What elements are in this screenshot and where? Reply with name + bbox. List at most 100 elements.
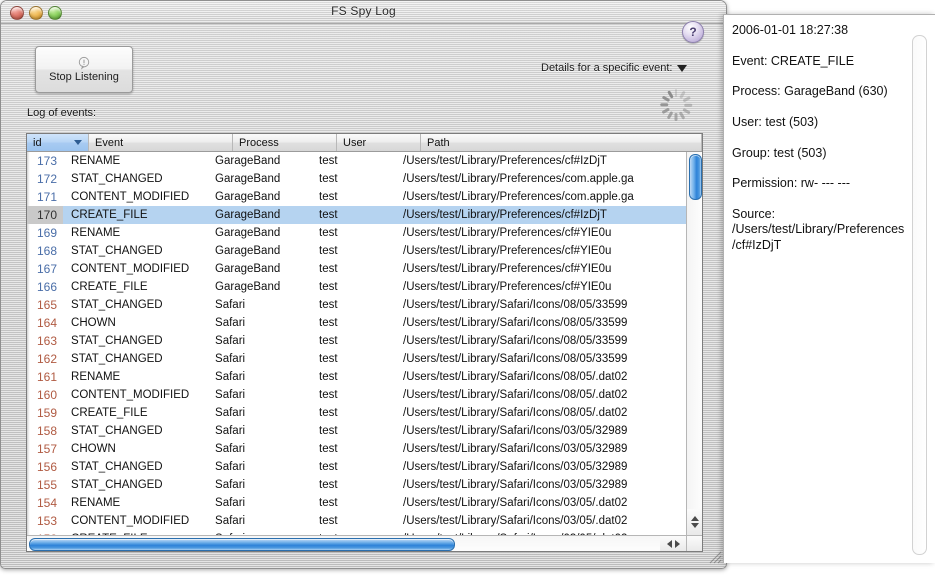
cell-us-text: test: [319, 497, 338, 509]
column-header-process[interactable]: Process: [233, 134, 337, 151]
table-vertical-scroll-thumb[interactable]: [689, 154, 702, 200]
cell-us: test: [311, 494, 395, 512]
cell-pr: Safari: [207, 494, 311, 512]
cell-pr-text: Safari: [215, 299, 246, 311]
table-body: 173 RENAME GarageBand test/Users/test/Libra…: [27, 152, 702, 551]
cell-id-text: 173: [37, 154, 58, 168]
table-horizontal-scroll-thumb[interactable]: [29, 538, 455, 551]
table-row[interactable]: 167 CONTENT_MODIFIED GarageBand test/Users/…: [27, 260, 702, 278]
cell-pa-text: /Users/test/Library/Safari/Icons/03/05/3…: [403, 443, 628, 455]
stop-listening-button[interactable]: Stop Listening: [35, 46, 133, 93]
cell-pa-text: /Users/test/Library/Preferences/cf#IzDjT: [403, 155, 607, 167]
cell-pa-text: /Users/test/Library/Safari/Icons/03/05/.…: [403, 497, 628, 509]
table-row[interactable]: 166 CREATE_FILE GarageBand test/Users/test/…: [27, 278, 702, 296]
table-vertical-scrollbar[interactable]: [686, 152, 702, 535]
cell-ev: RENAME: [63, 152, 207, 170]
cell-ev: CHOWN: [63, 440, 207, 458]
column-header-event[interactable]: Event: [89, 134, 233, 151]
cell-us: test: [311, 512, 395, 530]
resize-grip-icon[interactable]: [708, 550, 722, 564]
spinner-blade: [682, 107, 691, 115]
column-header-path[interactable]: Path: [421, 134, 702, 151]
cell-pa: /Users/test/Library/Safari/Icons/08/05/3…: [395, 314, 702, 332]
table-row[interactable]: 168 STAT_CHANGED GarageBand test/Users/test…: [27, 242, 702, 260]
scroll-right-icon[interactable]: [674, 539, 680, 548]
table-row[interactable]: 164 CHOWN Safari test/Users/test/Library/Sa…: [27, 314, 702, 332]
table-horizontal-scrollbar[interactable]: [27, 535, 702, 551]
cell-pa: /Users/test/Library/Safari/Icons/03/05/3…: [395, 422, 702, 440]
cell-pa: /Users/test/Library/Preferences/cf#IzDjT: [395, 206, 702, 224]
scroll-down-icon[interactable]: [690, 523, 699, 528]
cell-pa-text: /Users/test/Library/Safari/Icons/03/05/3…: [403, 461, 628, 473]
cell-us-text: test: [319, 371, 338, 383]
cell-us: test: [311, 350, 395, 368]
cell-ev: RENAME: [63, 494, 207, 512]
cell-us: test: [311, 404, 395, 422]
cell-pr: GarageBand: [207, 170, 311, 188]
table-row[interactable]: 162 STAT_CHANGED Safari test/Users/test/Lib…: [27, 350, 702, 368]
cell-pa-text: /Users/test/Library/Safari/Icons/03/05/.…: [403, 515, 628, 527]
detail-panel-scrollbar[interactable]: [912, 35, 927, 555]
table-row[interactable]: 163 STAT_CHANGED Safari test/Users/test/Lib…: [27, 332, 702, 350]
cell-pa-text: /Users/test/Library/Safari/Icons/03/05/3…: [403, 425, 628, 437]
cell-pr-text: GarageBand: [215, 173, 281, 185]
cell-ev-text: STAT_CHANGED: [71, 353, 163, 365]
details-popup-button[interactable]: Details for a specific event:: [541, 62, 688, 74]
window-titlebar[interactable]: FS Spy Log: [1, 1, 726, 24]
cell-us: test: [311, 278, 395, 296]
log-section-label: Log of events:: [27, 107, 97, 119]
cell-us: test: [311, 188, 395, 206]
table-header-row: id Event Process User Path: [27, 134, 702, 152]
table-row[interactable]: 155 STAT_CHANGED Safari test/Users/test/Lib…: [27, 476, 702, 494]
help-label: ?: [689, 25, 697, 39]
detail-timestamp: 2006-01-01 18:27:38: [732, 23, 849, 37]
cell-id: 166: [27, 278, 63, 296]
cell-pa-text: /Users/test/Library/Preferences/cf#YIE0u: [403, 281, 612, 293]
table-row[interactable]: 165 STAT_CHANGED Safari test/Users/test/Lib…: [27, 296, 702, 314]
window-title: FS Spy Log: [331, 4, 396, 18]
cell-pr-text: Safari: [215, 443, 246, 455]
cell-us-text: test: [319, 425, 338, 437]
cell-id: 158: [27, 422, 63, 440]
cell-pa: /Users/test/Library/Safari/Icons/03/05/3…: [395, 458, 702, 476]
table-row[interactable]: 159 CREATE_FILE Safari test/Users/test/Libr…: [27, 404, 702, 422]
table-row[interactable]: 170 CREATE_FILE GarageBand test/Users/test/…: [27, 206, 702, 224]
event-detail-content: 2006-01-01 18:27:38 Event: CREATE_FILE P…: [732, 23, 907, 555]
table-horizontal-scroll-buttons[interactable]: [660, 535, 686, 551]
cell-pa: /Users/test/Library/Safari/Icons/08/05/.…: [395, 386, 702, 404]
cell-pa-text: /Users/test/Library/Safari/Icons/08/05/.…: [403, 407, 628, 419]
cell-pr-text: GarageBand: [215, 191, 281, 203]
cell-pr: Safari: [207, 332, 311, 350]
cell-pr: Safari: [207, 314, 311, 332]
cell-pa-text: /Users/test/Library/Safari/Icons/08/05/3…: [403, 335, 628, 347]
table-row[interactable]: 160 CONTENT_MODIFIED Safari test/Users/test…: [27, 386, 702, 404]
table-row[interactable]: 172 STAT_CHANGED GarageBand test/Users/test…: [27, 170, 702, 188]
cell-ev-text: CHOWN: [71, 443, 116, 455]
column-header-id[interactable]: id: [27, 134, 89, 151]
cell-pr-text: Safari: [215, 425, 246, 437]
scroll-left-icon[interactable]: [666, 539, 672, 548]
table-row[interactable]: 156 STAT_CHANGED Safari test/Users/test/Lib…: [27, 458, 702, 476]
cell-pr: Safari: [207, 476, 311, 494]
spinner-blade: [660, 103, 668, 107]
scroll-up-icon[interactable]: [690, 516, 699, 521]
table-row[interactable]: 173 RENAME GarageBand test/Users/test/Libra…: [27, 152, 702, 170]
table-vertical-scroll-buttons[interactable]: [686, 509, 702, 535]
cell-ev-text: CONTENT_MODIFIED: [71, 515, 190, 527]
cell-pr: Safari: [207, 512, 311, 530]
table-row[interactable]: 161 RENAME Safari test/Users/test/Library/S…: [27, 368, 702, 386]
help-button[interactable]: ?: [682, 21, 704, 43]
cell-pr-text: Safari: [215, 389, 246, 401]
spinner-blade: [666, 90, 674, 99]
table-row[interactable]: 157 CHOWN Safari test/Users/test/Library/Sa…: [27, 440, 702, 458]
cell-ev: CHOWN: [63, 314, 207, 332]
cell-us-text: test: [319, 299, 338, 311]
table-row[interactable]: 169 RENAME GarageBand test/Users/test/Libra…: [27, 224, 702, 242]
table-row[interactable]: 158 STAT_CHANGED Safari test/Users/test/Lib…: [27, 422, 702, 440]
cell-us-text: test: [319, 389, 338, 401]
table-row[interactable]: 153 CONTENT_MODIFIED Safari test/Users/test…: [27, 512, 702, 530]
cell-id: 157: [27, 440, 63, 458]
column-header-user[interactable]: User: [337, 134, 421, 151]
table-row[interactable]: 154 RENAME Safari test/Users/test/Library/S…: [27, 494, 702, 512]
table-row[interactable]: 171 CONTENT_MODIFIED GarageBand test/Users/…: [27, 188, 702, 206]
